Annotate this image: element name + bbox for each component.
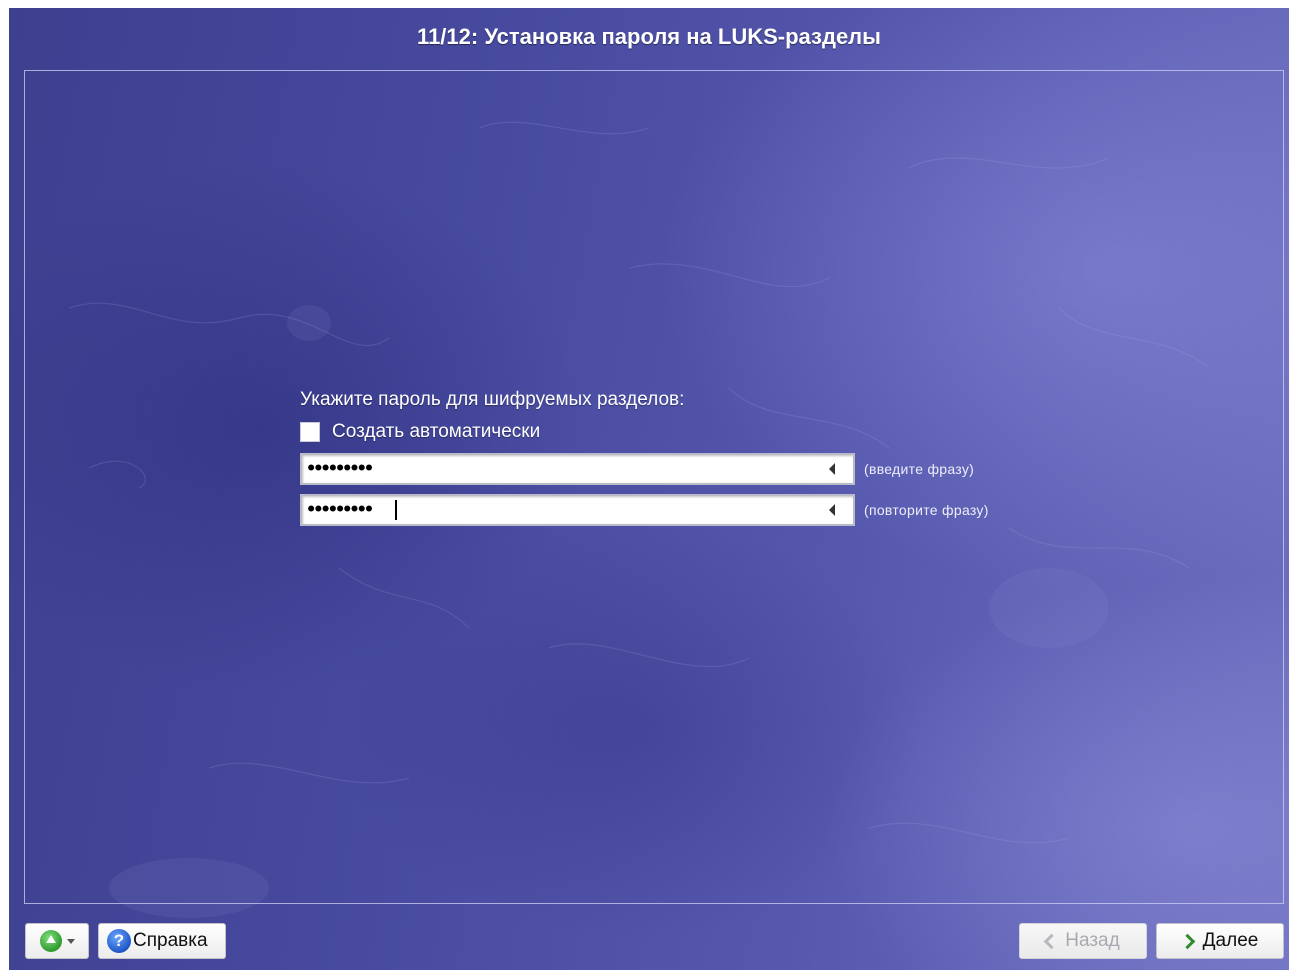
menu-button[interactable] xyxy=(25,923,89,959)
chevron-left-icon xyxy=(1043,933,1060,949)
passphrase-hint: (введите фразу) xyxy=(864,461,975,477)
passphrase-confirm-input[interactable] xyxy=(306,498,806,522)
next-button-label: Далее xyxy=(1202,930,1259,951)
back-button-label: Назад xyxy=(1065,930,1120,951)
passphrase-confirm-hint: (повторите фразу) xyxy=(864,502,989,518)
help-button[interactable]: ? Справка xyxy=(98,923,226,959)
auto-create-row: Создать автоматически xyxy=(300,420,540,444)
triangle-left-icon xyxy=(829,463,835,475)
passphrase-confirm-field[interactable] xyxy=(300,494,855,526)
question-mark-icon: ? xyxy=(107,929,131,953)
page-title: 11/12: Установка пароля на LUKS-разделы xyxy=(417,24,881,49)
back-button[interactable]: Назад xyxy=(1019,923,1147,959)
passphrase-input[interactable] xyxy=(306,457,806,481)
green-up-arrow-icon xyxy=(39,930,62,952)
auto-create-label[interactable]: Создать автоматически xyxy=(332,421,540,443)
auto-create-checkbox[interactable] xyxy=(300,422,320,442)
password-prompt-label: Укажите пароль для шифруемых разделов: xyxy=(300,389,685,410)
chevron-right-icon xyxy=(1179,933,1195,949)
help-button-label: Справка xyxy=(133,930,208,951)
passphrase-row: (введите фразу) xyxy=(300,453,974,485)
triangle-left-icon xyxy=(829,504,835,516)
chevron-down-icon xyxy=(66,938,75,944)
next-button[interactable]: Далее xyxy=(1156,923,1284,959)
passphrase-field[interactable] xyxy=(300,453,855,485)
text-cursor xyxy=(395,500,397,520)
content-frame xyxy=(24,70,1284,904)
passphrase-confirm-row: (повторите фразу) xyxy=(300,494,989,526)
installer-screen: 11/12: Установка пароля на LUKS-разделы … xyxy=(9,8,1289,970)
